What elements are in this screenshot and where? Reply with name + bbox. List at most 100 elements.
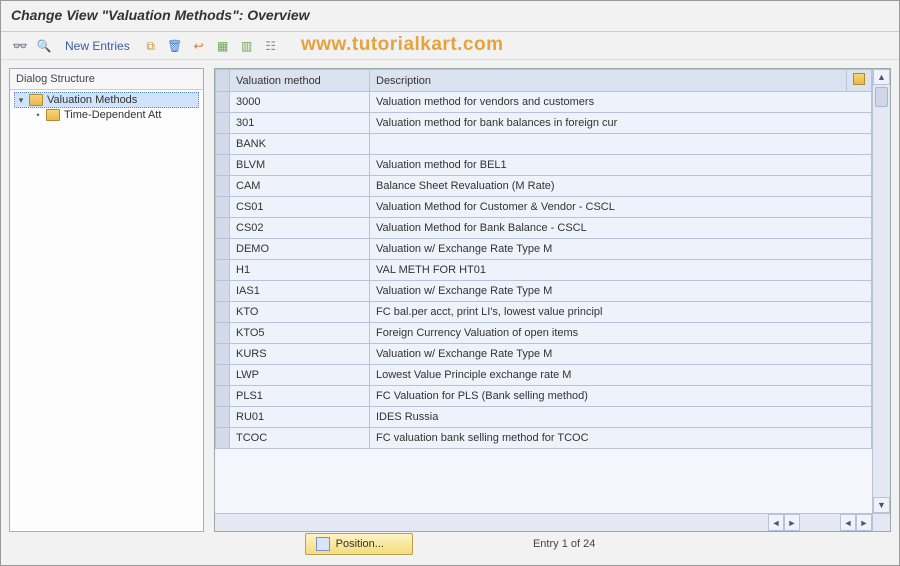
cell-description[interactable]: FC bal.per acct, print LI's, lowest valu… <box>370 302 872 323</box>
table-row[interactable]: H1VAL METH FOR HT01 <box>216 260 872 281</box>
table-scroll-area: Valuation method Description 3000Valuati… <box>215 69 872 513</box>
cell-method[interactable]: PLS1 <box>230 386 370 407</box>
row-selector[interactable] <box>216 428 230 449</box>
row-selector[interactable] <box>216 176 230 197</box>
cell-description[interactable] <box>370 134 872 155</box>
row-selector[interactable] <box>216 260 230 281</box>
table-row[interactable]: RU01IDES Russia <box>216 407 872 428</box>
cell-description[interactable]: Valuation Method for Bank Balance - CSCL <box>370 218 872 239</box>
scroll-track[interactable] <box>873 85 890 497</box>
table-row[interactable]: LWPLowest Value Principle exchange rate … <box>216 365 872 386</box>
cell-method[interactable]: 301 <box>230 113 370 134</box>
deselect-all-icon[interactable]: ▥ <box>238 37 256 55</box>
column-header-description[interactable]: Description <box>370 70 847 92</box>
row-selector-header[interactable] <box>216 70 230 92</box>
row-selector[interactable] <box>216 407 230 428</box>
scroll-last-button[interactable]: ► <box>856 514 872 531</box>
table-config-button[interactable] <box>847 70 872 92</box>
tree-node-time-dependent[interactable]: • Time-Dependent Att <box>14 108 199 122</box>
cell-method[interactable]: CS01 <box>230 197 370 218</box>
toggle-view-icon[interactable]: 👓 <box>11 37 29 55</box>
new-entries-button[interactable]: New Entries <box>59 37 136 55</box>
table-row[interactable]: CAMBalance Sheet Revaluation (M Rate) <box>216 176 872 197</box>
scroll-thumb[interactable] <box>875 87 888 107</box>
column-header-method[interactable]: Valuation method <box>230 70 370 92</box>
cell-description[interactable]: Valuation method for bank balances in fo… <box>370 113 872 134</box>
row-selector[interactable] <box>216 92 230 113</box>
tree-node-label: Valuation Methods <box>47 94 137 106</box>
row-selector[interactable] <box>216 344 230 365</box>
row-selector[interactable] <box>216 365 230 386</box>
row-selector[interactable] <box>216 113 230 134</box>
table-row[interactable]: CS02Valuation Method for Bank Balance - … <box>216 218 872 239</box>
table-row[interactable]: 3000Valuation method for vendors and cus… <box>216 92 872 113</box>
table-row[interactable]: KTOFC bal.per acct, print LI's, lowest v… <box>216 302 872 323</box>
scroll-left-button[interactable]: ◄ <box>768 514 784 531</box>
table-row[interactable]: BANK <box>216 134 872 155</box>
vertical-scrollbar[interactable]: ▲ ▼ <box>872 69 890 513</box>
cell-description[interactable]: Foreign Currency Valuation of open items <box>370 323 872 344</box>
cell-description[interactable]: Valuation Method for Customer & Vendor -… <box>370 197 872 218</box>
table-row[interactable]: TCOCFC valuation bank selling method for… <box>216 428 872 449</box>
cell-description[interactable]: Valuation w/ Exchange Rate Type M <box>370 344 872 365</box>
cell-method[interactable]: H1 <box>230 260 370 281</box>
folder-open-icon <box>29 94 43 106</box>
copy-icon[interactable]: ⧉ <box>142 37 160 55</box>
cell-description[interactable]: FC valuation bank selling method for TCO… <box>370 428 872 449</box>
row-selector[interactable] <box>216 155 230 176</box>
table-row[interactable]: DEMOValuation w/ Exchange Rate Type M <box>216 239 872 260</box>
row-selector[interactable] <box>216 239 230 260</box>
cell-method[interactable]: BLVM <box>230 155 370 176</box>
cell-method[interactable]: RU01 <box>230 407 370 428</box>
row-selector[interactable] <box>216 134 230 155</box>
find-icon[interactable]: 🔍 <box>35 37 53 55</box>
cell-method[interactable]: IAS1 <box>230 281 370 302</box>
table-row[interactable]: CS01Valuation Method for Customer & Vend… <box>216 197 872 218</box>
horizontal-scrollbar[interactable]: ◄ ► ◄ ► <box>215 513 872 531</box>
cell-description[interactable]: FC Valuation for PLS (Bank selling metho… <box>370 386 872 407</box>
delete-icon[interactable]: 🗑 <box>166 37 184 55</box>
row-selector[interactable] <box>216 197 230 218</box>
cell-method[interactable]: TCOC <box>230 428 370 449</box>
cell-description[interactable]: IDES Russia <box>370 407 872 428</box>
scroll-right-button[interactable]: ► <box>784 514 800 531</box>
cell-description[interactable]: Valuation method for BEL1 <box>370 155 872 176</box>
position-label: Position... <box>336 538 384 550</box>
cell-method[interactable]: CS02 <box>230 218 370 239</box>
row-selector[interactable] <box>216 323 230 344</box>
entry-counter: Entry 1 of 24 <box>533 538 595 550</box>
cell-method[interactable]: KTO <box>230 302 370 323</box>
collapse-icon[interactable]: ▾ <box>17 95 25 106</box>
cell-method[interactable]: 3000 <box>230 92 370 113</box>
table-row[interactable]: IAS1Valuation w/ Exchange Rate Type M <box>216 281 872 302</box>
table-row[interactable]: BLVMValuation method for BEL1 <box>216 155 872 176</box>
select-all-icon[interactable]: ▦ <box>214 37 232 55</box>
table-row[interactable]: KTO5Foreign Currency Valuation of open i… <box>216 323 872 344</box>
cell-method[interactable]: KURS <box>230 344 370 365</box>
cell-description[interactable]: Lowest Value Principle exchange rate M <box>370 365 872 386</box>
cell-description[interactable]: Balance Sheet Revaluation (M Rate) <box>370 176 872 197</box>
row-selector[interactable] <box>216 218 230 239</box>
table-row[interactable]: PLS1FC Valuation for PLS (Bank selling m… <box>216 386 872 407</box>
scroll-first-button[interactable]: ◄ <box>840 514 856 531</box>
table-row[interactable]: KURSValuation w/ Exchange Rate Type M <box>216 344 872 365</box>
row-selector[interactable] <box>216 302 230 323</box>
cell-description[interactable]: VAL METH FOR HT01 <box>370 260 872 281</box>
cell-description[interactable]: Valuation w/ Exchange Rate Type M <box>370 239 872 260</box>
cell-method[interactable]: KTO5 <box>230 323 370 344</box>
position-button[interactable]: Position... <box>305 533 413 555</box>
cell-method[interactable]: LWP <box>230 365 370 386</box>
cell-method[interactable]: BANK <box>230 134 370 155</box>
undo-icon[interactable]: ↩ <box>190 37 208 55</box>
scroll-up-button[interactable]: ▲ <box>873 69 890 85</box>
cell-description[interactable]: Valuation method for vendors and custome… <box>370 92 872 113</box>
row-selector[interactable] <box>216 386 230 407</box>
cell-method[interactable]: CAM <box>230 176 370 197</box>
cell-method[interactable]: DEMO <box>230 239 370 260</box>
scroll-down-button[interactable]: ▼ <box>873 497 890 513</box>
print-icon[interactable]: ☷ <box>262 37 280 55</box>
cell-description[interactable]: Valuation w/ Exchange Rate Type M <box>370 281 872 302</box>
tree-node-valuation-methods[interactable]: ▾ Valuation Methods <box>14 92 199 108</box>
table-row[interactable]: 301Valuation method for bank balances in… <box>216 113 872 134</box>
row-selector[interactable] <box>216 281 230 302</box>
